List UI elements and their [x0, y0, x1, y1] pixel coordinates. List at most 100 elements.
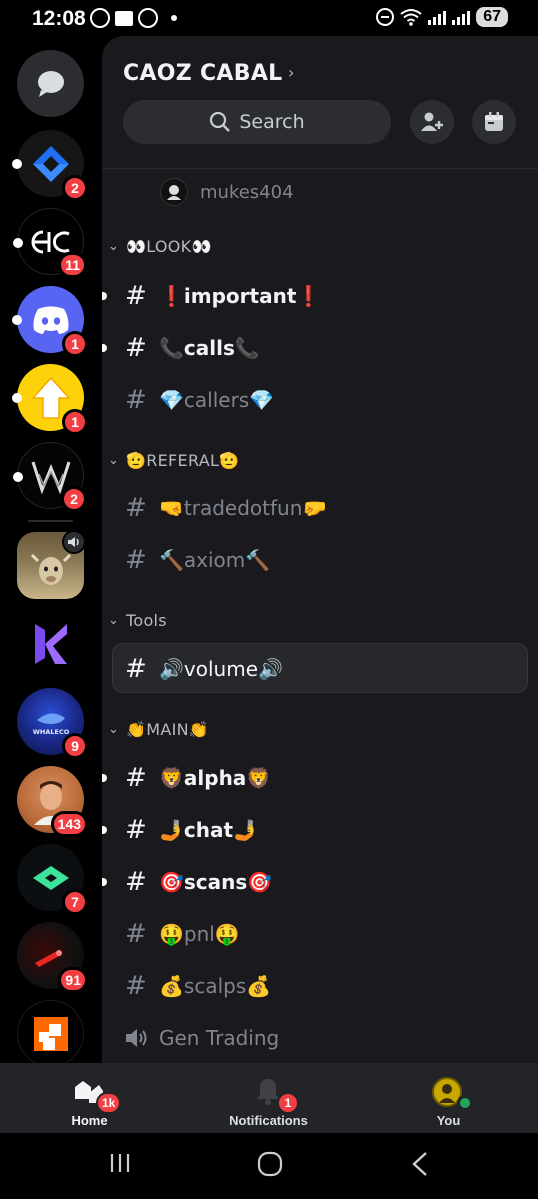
server-icon[interactable]: 7 [17, 844, 88, 915]
category-look[interactable]: ⌄ 👀LOOK👀 [102, 231, 538, 261]
app-notification-icon [90, 8, 110, 28]
server-icon[interactable]: 1 [12, 364, 88, 435]
text-channel-icon: # [125, 919, 147, 949]
voice-channel-gen-trading[interactable]: Gen Trading [102, 1016, 538, 1060]
nav-you-label: You [436, 1113, 461, 1128]
nav-you[interactable]: You [359, 1063, 538, 1133]
channel-name: 🤳chat🤳 [159, 818, 258, 842]
folder-icon [115, 10, 133, 26]
category-label: 👀LOOK👀 [126, 236, 212, 256]
events-button[interactable] [472, 100, 516, 144]
text-channel-icon: # [125, 763, 147, 793]
more-notifications-icon [171, 15, 177, 21]
voice-user-row[interactable]: mukes404 [160, 178, 294, 206]
channel-alpha[interactable]: # 🦁alpha🦁 [102, 756, 538, 800]
discord-logo-icon [33, 306, 68, 334]
server-icon[interactable]: 1 [12, 286, 88, 357]
server-rail[interactable]: 2 11 1 1 2 WHALECO 9 143 7 91 [0, 36, 102, 1063]
text-channel-icon: # [125, 971, 147, 1001]
mention-badge: 2 [61, 486, 87, 512]
server-icon[interactable] [17, 1000, 84, 1063]
category-label: 👏MAIN👏 [126, 719, 210, 739]
category-label: Tools [126, 610, 167, 630]
back-icon[interactable] [410, 1151, 430, 1177]
chevron-right-icon[interactable]: › [288, 63, 294, 82]
channel-important[interactable]: # ❗important❗ [102, 274, 538, 318]
channel-pnl[interactable]: # 🤑pnl🤑 [102, 912, 538, 956]
chat-bubble-icon [37, 70, 64, 97]
invite-members-button[interactable] [410, 100, 454, 144]
text-channel-icon: # [125, 385, 147, 415]
channel-name: 🎯scans🎯 [159, 870, 273, 894]
server-icon[interactable]: WHALECO 9 [17, 688, 88, 759]
server-icon[interactable]: 11 [13, 208, 87, 278]
server-icon[interactable]: 2 [12, 130, 88, 201]
nav-notifications[interactable]: 1 Notifications [179, 1063, 358, 1133]
text-channel-icon: # [125, 545, 147, 575]
chevron-down-icon: ⌄ [108, 452, 119, 468]
voice-user-name: mukes404 [200, 181, 294, 203]
category-label: 🫡REFERAL🫡 [126, 450, 240, 470]
server-icon[interactable]: 91 [17, 922, 88, 993]
unread-indicator [13, 238, 23, 248]
search-button[interactable]: Search [123, 100, 391, 144]
channel-axiom[interactable]: # 🔨axiom🔨 [102, 538, 538, 582]
channel-name: 🔨axiom🔨 [159, 548, 271, 572]
red-light-logo-icon [34, 949, 62, 967]
checker-logo-icon [33, 1016, 68, 1051]
bottom-navigation: 1k Home 1 Notifications You [0, 1063, 538, 1133]
text-channel-icon: # [125, 815, 147, 845]
mention-badge: 9 [62, 733, 88, 759]
server-icon[interactable]: 143 [17, 766, 88, 837]
category-referal[interactable]: ⌄ 🫡REFERAL🫡 [102, 445, 538, 475]
unread-indicator [12, 393, 22, 403]
channel-scalps[interactable]: # 💰scalps💰 [102, 964, 538, 1008]
status-right: 67 [376, 7, 508, 27]
channel-name: 🤑pnl🤑 [159, 922, 240, 946]
server-icon[interactable] [17, 530, 86, 599]
direct-messages-button[interactable] [17, 50, 84, 117]
category-tools[interactable]: ⌄ Tools [102, 605, 538, 635]
nav-notifications-label: Notifications [229, 1113, 308, 1128]
signal-icon [428, 9, 447, 25]
server-icon[interactable]: 2 [13, 442, 87, 512]
rail-separator [28, 520, 73, 522]
add-member-icon [421, 112, 443, 131]
server-title[interactable]: CAOZ CABAL [123, 61, 282, 86]
unread-indicator [102, 344, 107, 352]
search-label: Search [239, 111, 305, 133]
channel-calls[interactable]: # 📞calls📞 [102, 326, 538, 370]
speaker-icon [126, 1029, 147, 1047]
channel-chat[interactable]: # 🤳chat🤳 [102, 808, 538, 852]
nav-home-label: Home [71, 1113, 108, 1128]
signal-icon [452, 9, 471, 25]
nav-home[interactable]: 1k Home [0, 1063, 179, 1133]
mention-badge: 1 [62, 409, 88, 435]
unread-indicator [102, 878, 107, 886]
category-main[interactable]: ⌄ 👏MAIN👏 [102, 714, 538, 744]
mention-badge: 91 [58, 967, 88, 993]
unread-indicator [12, 159, 22, 169]
status-time: 12:08 [32, 7, 86, 30]
server-icon[interactable] [17, 610, 84, 677]
channel-volume[interactable]: # 🔊volume🔊 [102, 643, 538, 693]
text-channel-icon: # [125, 493, 147, 523]
system-navigation-bar [0, 1133, 538, 1199]
avatar [160, 178, 188, 206]
app-notification-icon [138, 8, 158, 28]
channel-name: 💰scalps💰 [159, 974, 272, 998]
channel-name: 💎callers💎 [159, 388, 275, 412]
text-channel-icon: # [125, 654, 147, 684]
channel-callers[interactable]: # 💎callers💎 [102, 378, 538, 422]
home-icon[interactable] [257, 1151, 283, 1177]
home-badge: 1k [96, 1092, 122, 1114]
channel-tradedotfun[interactable]: # 🤜tradedotfun🤛 [102, 486, 538, 530]
voice-active-icon [62, 530, 86, 554]
channel-scans[interactable]: # 🎯scans🎯 [102, 860, 538, 904]
ac-logo-icon [31, 230, 70, 253]
header-divider [102, 168, 538, 169]
unread-indicator [13, 472, 23, 482]
recent-apps-icon[interactable] [108, 1151, 132, 1175]
channel-name: 🤜tradedotfun🤛 [159, 496, 328, 520]
unread-indicator [102, 292, 107, 300]
